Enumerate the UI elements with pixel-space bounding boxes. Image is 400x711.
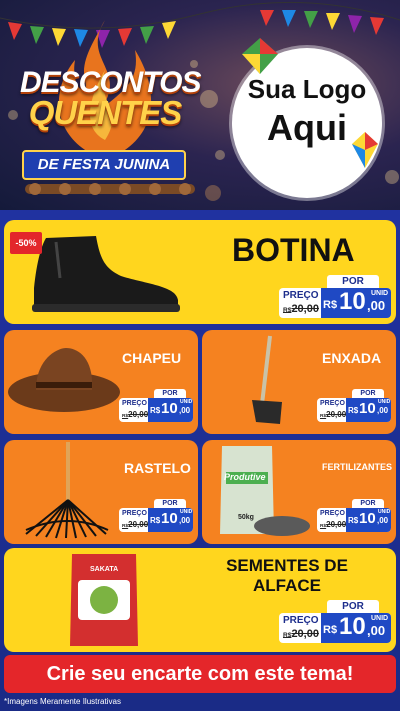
product-name: RASTELO bbox=[124, 460, 191, 476]
fertilizer-bag-image-icon bbox=[220, 446, 310, 536]
price-preco-label: PREÇO bbox=[283, 615, 319, 626]
price-preco-label: PREÇO bbox=[283, 290, 319, 301]
price-preco-label: PREÇO bbox=[122, 510, 147, 517]
price-box: PREÇO R$20,00 R$ 10 ,00 UNID bbox=[279, 613, 391, 643]
logo-text-line-1: Sua Logo bbox=[247, 74, 367, 104]
pack-brand: SAKATA bbox=[90, 566, 119, 573]
old-price: R$20,00 bbox=[320, 410, 347, 419]
new-price: R$ 10 ,00 UNID bbox=[321, 613, 391, 643]
product-name: CHAPEU bbox=[122, 350, 182, 366]
firewood-icon bbox=[25, 183, 195, 195]
product-name: SEMENTES DE ALFACE bbox=[226, 556, 348, 595]
create-flyer-button[interactable]: Crie seu encarte com este tema! bbox=[4, 655, 396, 693]
old-price: R$20,00 bbox=[122, 520, 149, 529]
price-por-label: POR bbox=[327, 275, 379, 289]
paper-lantern-icon bbox=[242, 38, 278, 74]
bag-weight: 50kg bbox=[238, 514, 254, 521]
disclaimer-text: *Imagens Meramente Ilustrativas bbox=[4, 697, 121, 706]
price-preco-label: PREÇO bbox=[320, 510, 345, 517]
old-price: R$20,00 bbox=[320, 520, 347, 529]
product-card-botina[interactable]: BOTINA POR PREÇO R$20,00 R$ 10 ,00 UNID bbox=[4, 220, 396, 324]
new-price: R$ 10 ,00 UNID bbox=[321, 288, 391, 318]
rake-image-icon bbox=[25, 442, 109, 539]
new-price: R$ 10 ,00 UNID bbox=[346, 398, 391, 422]
product-name: FERTILIZANTES bbox=[322, 462, 392, 472]
hat-image-icon bbox=[8, 348, 120, 412]
title-ribbon: DE FESTA JUNINA bbox=[22, 150, 186, 180]
product-card-enxada[interactable]: ENXADA POR PREÇO R$20,00 R$ 10 ,00 UNID bbox=[202, 330, 396, 434]
bag-brand: Produtive bbox=[224, 472, 266, 482]
discount-badge: -50% bbox=[10, 232, 42, 254]
product-name: ENXADA bbox=[322, 350, 382, 366]
new-price: R$ 10 ,00 UNID bbox=[346, 508, 391, 532]
product-card-rastelo[interactable]: RASTELO POR PREÇO R$20,00 R$ 10 ,00 UNID bbox=[4, 440, 198, 544]
product-card-chapeu[interactable]: CHAPEU POR PREÇO R$20,00 R$ 10 ,00 UNID bbox=[4, 330, 198, 434]
price-box: PREÇO R$20,00 R$ 10 ,00 UNID bbox=[317, 398, 391, 422]
hoe-image-icon bbox=[252, 335, 282, 424]
paper-lantern-icon bbox=[352, 132, 378, 168]
new-price: R$ 10 ,00 UNID bbox=[148, 398, 193, 422]
old-price: R$20,00 bbox=[283, 303, 319, 315]
product-name: BOTINA bbox=[232, 232, 355, 268]
price-box: PREÇO R$20,00 R$ 10 ,00 UNID bbox=[119, 398, 193, 422]
product-card-sementes[interactable]: SAKATA SEMENTES DE ALFACE POR PREÇO R$20… bbox=[4, 548, 396, 652]
title-line-2: QUENTES bbox=[28, 94, 183, 131]
price-por-label: POR bbox=[327, 600, 379, 614]
seed-pack-image-icon bbox=[70, 554, 138, 646]
old-price: R$20,00 bbox=[283, 628, 319, 640]
promo-title: DESCONTOS QUENTES bbox=[20, 68, 201, 131]
hero-banner: DESCONTOS QUENTES DE FESTA JUNINA Sua Lo… bbox=[0, 0, 400, 210]
new-price: R$ 10 ,00 UNID bbox=[148, 508, 193, 532]
product-card-fertilizantes[interactable]: Produtive 50kg FERTILIZANTES POR PREÇO R… bbox=[202, 440, 396, 544]
price-preco-label: PREÇO bbox=[122, 400, 147, 407]
old-price: R$20,00 bbox=[122, 410, 149, 419]
price-box: PREÇO R$20,00 R$ 10 ,00 UNID bbox=[317, 508, 391, 532]
boot-image-icon bbox=[32, 236, 180, 312]
price-box: PREÇO R$20,00 R$ 10 ,00 UNID bbox=[279, 288, 391, 318]
price-preco-label: PREÇO bbox=[320, 400, 345, 407]
price-box: PREÇO R$20,00 R$ 10 ,00 UNID bbox=[119, 508, 193, 532]
